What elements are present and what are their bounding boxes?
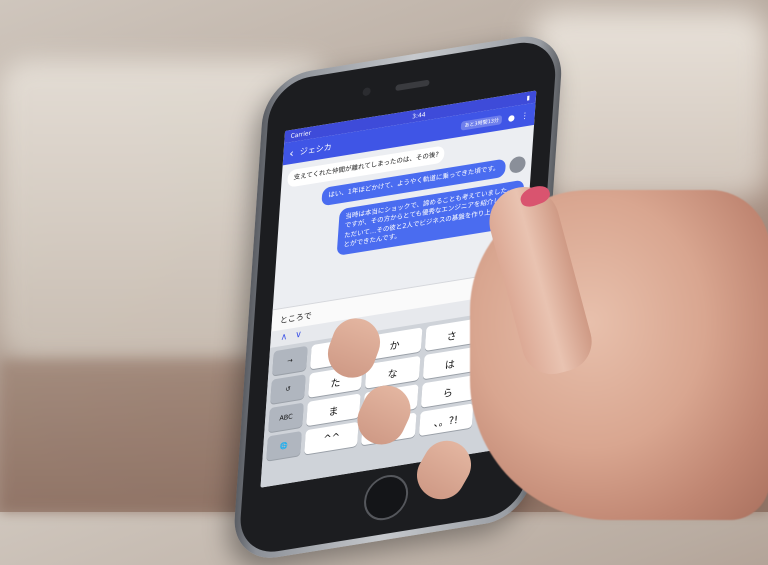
carrier-label: Carrier bbox=[290, 129, 312, 140]
clock: 3:44 bbox=[411, 110, 426, 121]
speaker-grille bbox=[395, 79, 430, 92]
undo-icon[interactable]: ↺ bbox=[270, 374, 306, 404]
globe-icon[interactable]: 🌐 bbox=[266, 430, 302, 461]
key-arrow-right[interactable]: → bbox=[272, 345, 308, 376]
battery-icon: ▮ bbox=[526, 93, 531, 102]
front-camera bbox=[362, 87, 371, 97]
key-ma[interactable]: ま bbox=[306, 393, 362, 427]
key-punctuation[interactable]: 、。?! bbox=[418, 403, 474, 437]
abc-key[interactable]: ABC bbox=[268, 402, 304, 433]
key-emoticon[interactable]: ^^ bbox=[304, 421, 360, 455]
chevron-down-icon[interactable]: ∨ bbox=[295, 330, 302, 341]
back-icon[interactable]: ‹ bbox=[289, 146, 294, 160]
avatar bbox=[508, 155, 527, 175]
time-remaining-badge: あと3時間13分 bbox=[461, 114, 503, 131]
more-icon[interactable]: ⋮ bbox=[521, 110, 530, 120]
account-icon[interactable]: ● bbox=[508, 112, 516, 122]
home-button[interactable] bbox=[362, 471, 410, 524]
chevron-up-icon[interactable]: ∧ bbox=[280, 332, 287, 343]
key-ra[interactable]: ら bbox=[420, 374, 476, 408]
